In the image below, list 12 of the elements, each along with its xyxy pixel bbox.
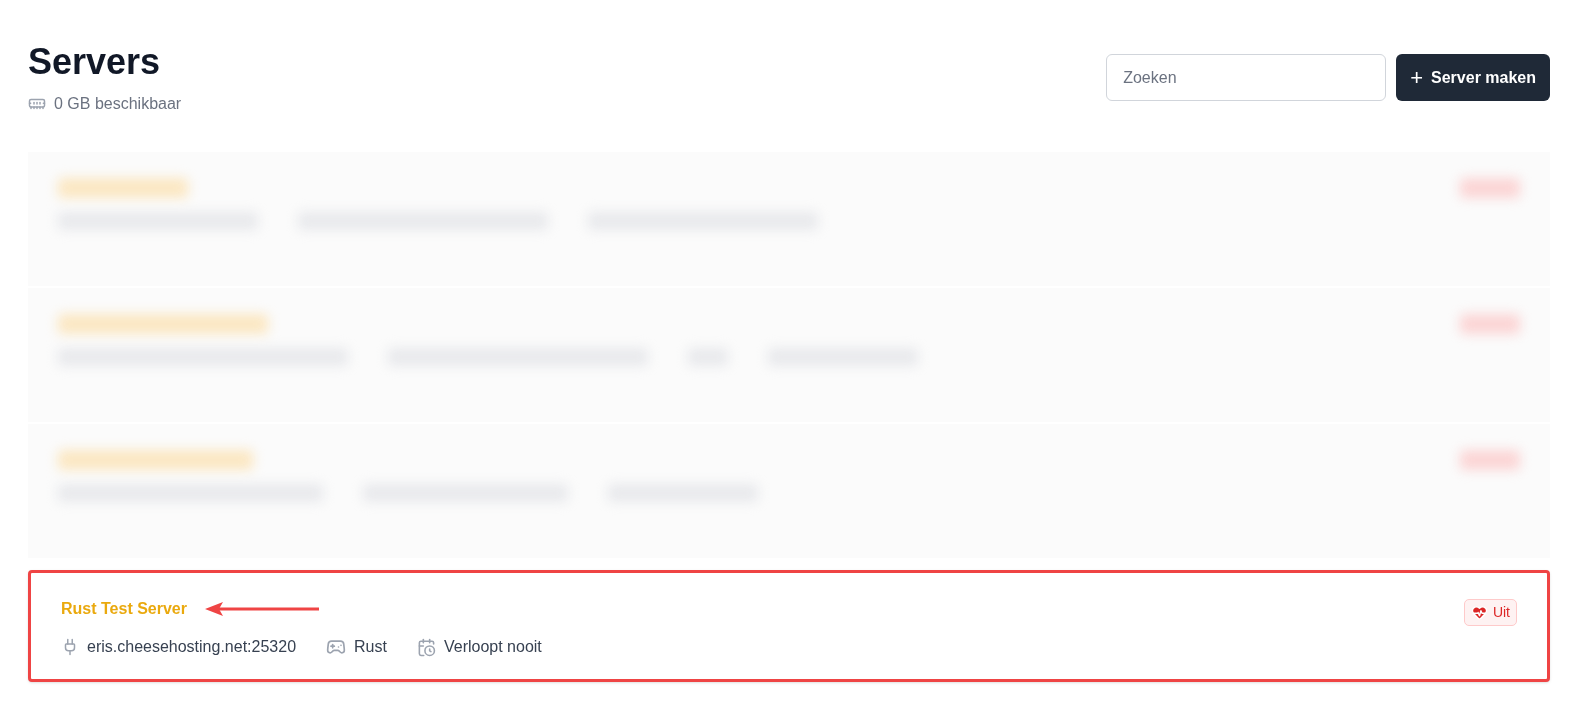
calendar-clock-icon	[416, 637, 436, 657]
create-server-button[interactable]: + Server maken	[1396, 54, 1550, 101]
heart-pulse-icon	[1470, 604, 1488, 621]
search-field[interactable]: Zoeken	[1106, 54, 1387, 101]
memory-available: 0 GB beschikbaar	[54, 94, 182, 114]
page-title: Servers	[28, 40, 162, 84]
status-badge: Uit	[1463, 599, 1517, 626]
server-game: Rust	[354, 637, 387, 657]
server-card[interactable]: Rust Test Server eris.cheesehosting.net:25320 Rust Verloopt nooit Uit	[28, 570, 1550, 682]
server-address: eris.cheesehosting.net:25320	[87, 637, 297, 657]
server-expiry: Verloopt nooit	[443, 637, 542, 657]
gamepad-icon	[326, 637, 347, 657]
